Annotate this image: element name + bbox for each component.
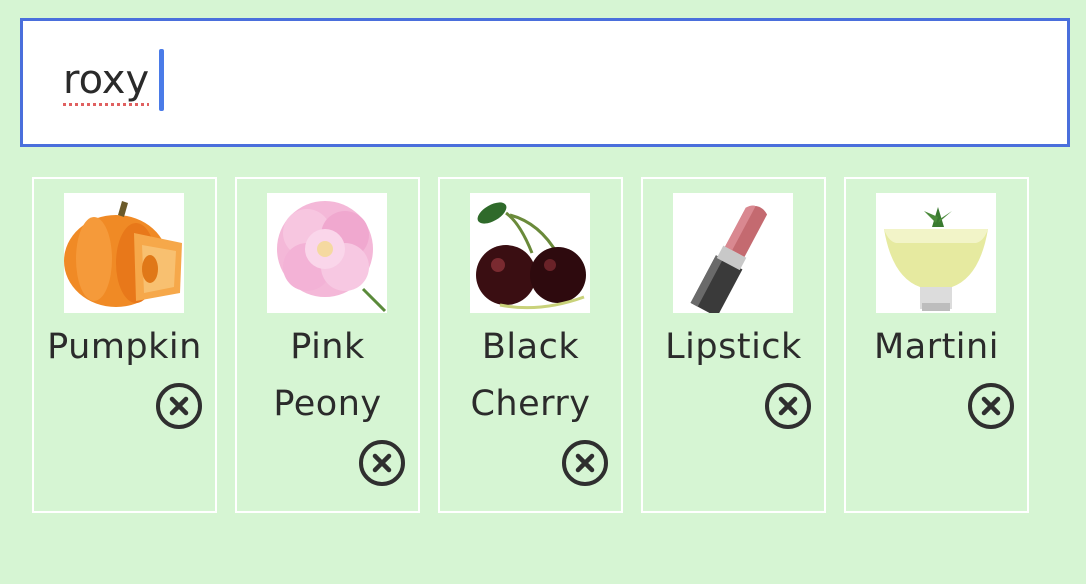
pink-peony-image: [267, 193, 387, 313]
card-label: Lipstick: [665, 327, 802, 367]
card-label: Black Cherry: [470, 327, 591, 424]
card-pink-peony[interactable]: Pink Peony: [235, 177, 420, 513]
card-lipstick[interactable]: Lipstick: [641, 177, 826, 513]
card-black-cherry[interactable]: Black Cherry: [438, 177, 623, 513]
pumpkin-image: [64, 193, 184, 313]
martini-image: [876, 193, 996, 313]
card-martini[interactable]: Martini: [844, 177, 1029, 513]
close-circle-icon[interactable]: [967, 382, 1015, 430]
selected-items-list: Pumpkin Pink Peony Black Cherry Lipstick…: [32, 177, 1029, 513]
close-circle-icon[interactable]: [561, 439, 609, 487]
close-circle-icon[interactable]: [155, 382, 203, 430]
text-caret: [159, 48, 165, 111]
card-label: Martini: [874, 327, 999, 367]
search-input[interactable]: roxy: [20, 18, 1070, 147]
card-label: Pink Peony: [273, 327, 382, 424]
close-circle-icon[interactable]: [358, 439, 406, 487]
lipstick-image: [673, 193, 793, 313]
black-cherry-image: [470, 193, 590, 313]
search-input-value: roxy: [63, 56, 150, 103]
close-circle-icon[interactable]: [764, 382, 812, 430]
card-label: Pumpkin: [47, 327, 202, 367]
card-pumpkin[interactable]: Pumpkin: [32, 177, 217, 513]
